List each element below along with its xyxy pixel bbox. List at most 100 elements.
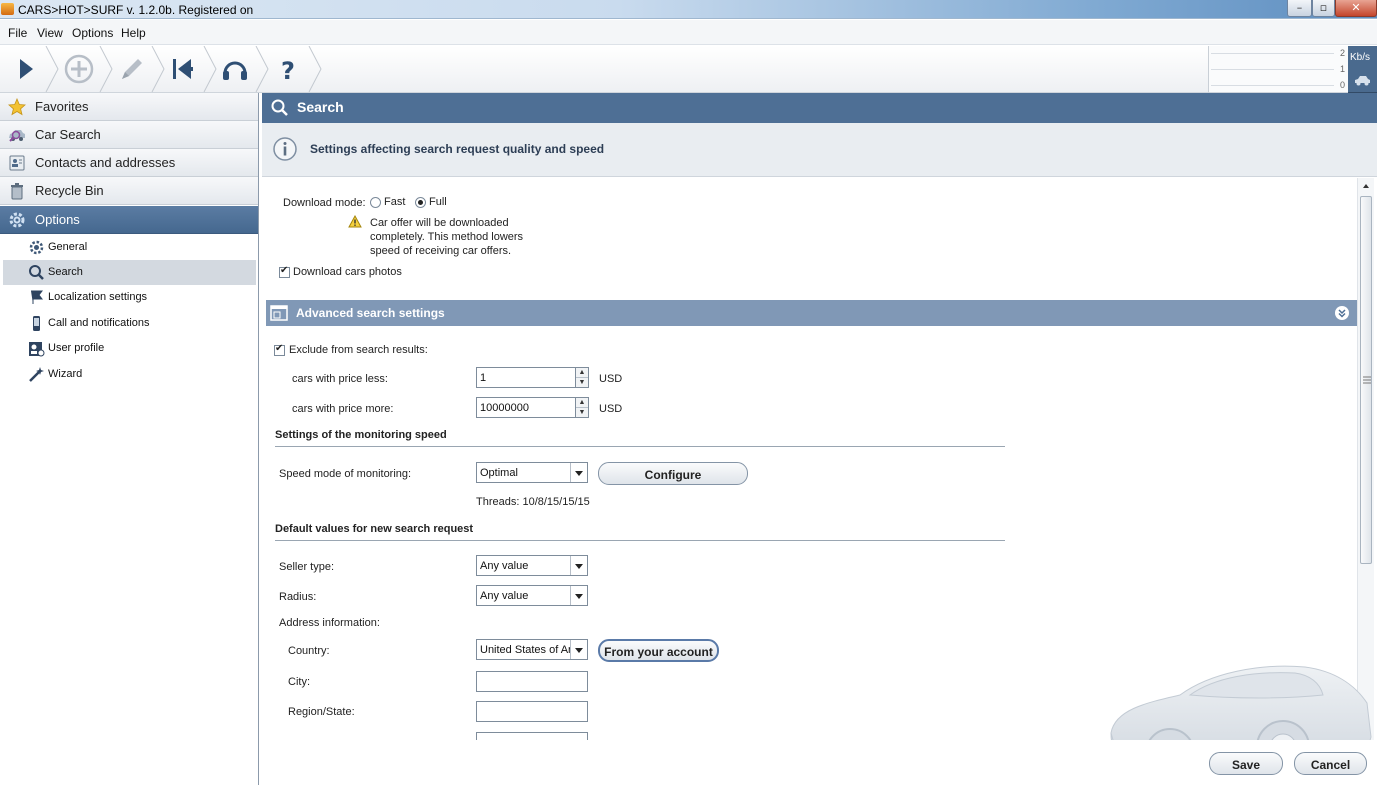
menu-file[interactable]: File (8, 26, 27, 40)
exclude-results-checkbox[interactable] (274, 343, 285, 356)
graph-line (1211, 85, 1334, 86)
configure-button[interactable]: Configure (598, 462, 748, 485)
price-more-input[interactable]: 10000000 (476, 397, 576, 418)
radius-select[interactable]: Any value (476, 585, 588, 606)
decrement-icon[interactable]: ▼ (576, 378, 588, 388)
add-icon (64, 54, 94, 84)
sidebar-item-label: Search (48, 266, 83, 278)
download-photos-checkbox[interactable] (279, 265, 290, 278)
radius-label: Radius: (279, 591, 317, 603)
price-less-input[interactable]: 1 (476, 367, 576, 388)
increment-icon[interactable]: ▲ (576, 368, 588, 378)
chevron-down-icon[interactable] (570, 556, 587, 575)
decrement-icon[interactable]: ▼ (576, 408, 588, 418)
sidebar-section-label: Car Search (35, 127, 101, 142)
download-mode-fast-label[interactable]: Fast (384, 196, 405, 208)
minimize-button[interactable]: – (1287, 0, 1312, 17)
sidebar-item-localization[interactable]: Localization settings (3, 285, 256, 310)
info-icon (273, 137, 297, 161)
increment-icon[interactable]: ▲ (576, 398, 588, 408)
edit-icon (122, 59, 142, 79)
headset-icon (223, 61, 247, 80)
sidebar-section-contacts[interactable]: Contacts and addresses (0, 149, 258, 177)
wand-icon (29, 367, 44, 382)
sidebar-item-label: Localization settings (48, 291, 148, 303)
divider (275, 446, 1005, 447)
grip-icon (1363, 376, 1371, 384)
download-mode-fast-radio[interactable] (370, 197, 381, 208)
info-text: Settings affecting search request qualit… (310, 142, 605, 156)
price-more-unit: USD (599, 403, 623, 415)
contacts-icon (9, 155, 25, 171)
exclude-results-label[interactable]: Exclude from search results: (289, 344, 428, 356)
chevron-down-icon[interactable] (570, 586, 587, 605)
menu-options[interactable]: Options (72, 26, 113, 40)
sidebar-section-car-search[interactable]: Car Search (0, 121, 258, 149)
sidebar-item-wizard[interactable]: Wizard (3, 362, 256, 387)
sidebar-item-label: Call and notifications (48, 317, 150, 329)
scroll-up-icon[interactable] (1358, 180, 1374, 192)
collapse-button[interactable] (1335, 306, 1349, 320)
scroll-thumb[interactable] (1360, 196, 1372, 564)
sidebar-section-label: Recycle Bin (35, 183, 104, 198)
sidebar-section-recycle-bin[interactable]: Recycle Bin (0, 177, 258, 205)
window-icon (270, 305, 288, 321)
sidebar-section-label: Favorites (35, 99, 89, 114)
warning-line: Car offer will be downloaded (370, 217, 509, 229)
speed-mode-value: Optimal (480, 467, 518, 479)
sidebar-item-call-notifications[interactable]: Call and notifications (3, 311, 256, 336)
seller-type-label: Seller type: (279, 561, 335, 573)
price-less-stepper[interactable]: ▲ ▼ (575, 367, 589, 388)
search-icon (29, 265, 44, 280)
warning-line: speed of receiving car offers. (370, 245, 512, 257)
help-icon: ? (281, 57, 295, 85)
speed-mode-select[interactable]: Optimal (476, 462, 588, 483)
gear-icon (9, 212, 25, 228)
monitoring-heading: Settings of the monitoring speed (275, 429, 447, 441)
city-input[interactable] (476, 671, 588, 692)
maximize-icon: ▫ (1319, 1, 1328, 14)
save-button[interactable]: Save (1209, 752, 1283, 775)
menu-help[interactable]: Help (121, 26, 146, 40)
download-mode-full-radio[interactable] (415, 197, 426, 208)
cancel-button[interactable]: Cancel (1294, 752, 1367, 775)
help-button[interactable]: ? (262, 46, 314, 92)
svg-text:?: ? (281, 57, 295, 85)
edit-button[interactable] (105, 46, 157, 92)
advanced-settings-header[interactable]: Advanced search settings (266, 300, 1357, 326)
sidebar-section-options[interactable]: Options (0, 206, 258, 234)
chevron-down-icon[interactable] (570, 463, 587, 482)
sidebar-section-label: Options (35, 212, 80, 227)
seller-type-select[interactable]: Any value (476, 555, 588, 576)
sidebar-item-search[interactable]: Search (3, 260, 256, 285)
price-more-stepper[interactable]: ▲ ▼ (575, 397, 589, 418)
price-less-unit: USD (599, 373, 623, 385)
sidebar-section-favorites[interactable]: Favorites (0, 93, 258, 121)
car-icon[interactable] (1354, 74, 1371, 86)
sidebar-item-label: User profile (48, 342, 105, 354)
menu-view[interactable]: View (37, 26, 63, 40)
search-icon (271, 99, 288, 116)
support-button[interactable] (209, 46, 261, 92)
add-button[interactable] (53, 46, 105, 92)
app-logo-icon (1, 3, 14, 15)
graph-line (1211, 69, 1334, 70)
sidebar-item-general[interactable]: General (3, 235, 256, 260)
from-account-button[interactable]: From your account (598, 639, 719, 662)
start-button[interactable] (0, 46, 52, 92)
close-icon: ✕ (1351, 1, 1361, 14)
country-label: Country: (288, 645, 330, 657)
back-button[interactable] (157, 46, 209, 92)
region-input[interactable] (476, 701, 588, 722)
graph-line (1211, 53, 1334, 54)
download-mode-label: Download mode: (283, 197, 366, 209)
country-select[interactable]: United States of Am (476, 639, 588, 660)
close-button[interactable]: ✕ (1335, 0, 1377, 17)
download-mode-full-label[interactable]: Full (429, 196, 447, 208)
sidebar-item-user-profile[interactable]: User profile (3, 336, 256, 361)
maximize-button[interactable]: ▫ (1312, 0, 1335, 17)
next-input[interactable] (476, 732, 588, 740)
chevron-down-icon[interactable] (570, 640, 587, 659)
price-less-label: cars with price less: (292, 373, 388, 385)
download-photos-label[interactable]: Download cars photos (293, 266, 402, 278)
